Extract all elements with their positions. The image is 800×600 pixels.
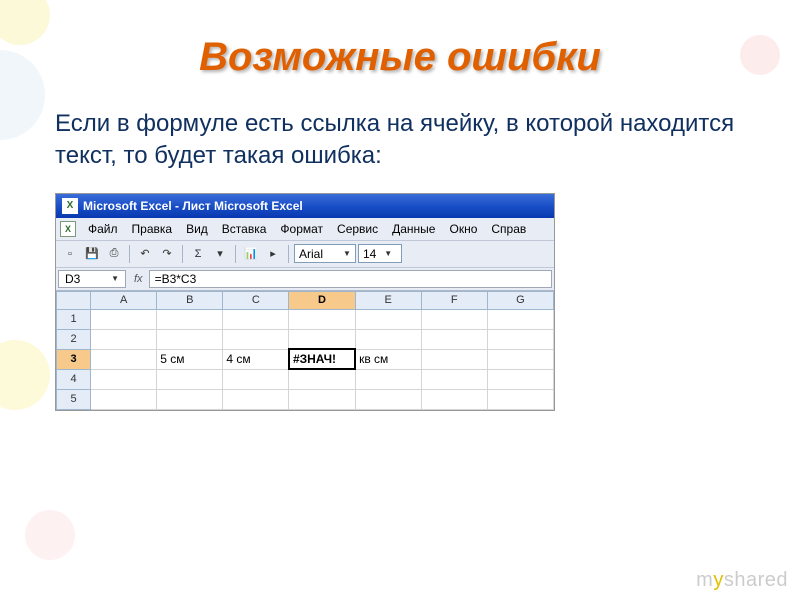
cell[interactable] (487, 309, 553, 329)
toolbar-separator (182, 245, 183, 263)
new-doc-icon[interactable]: ▫ (60, 244, 80, 264)
font-size-value: 14 (363, 247, 376, 261)
row-header-active[interactable]: 3 (57, 349, 91, 369)
toolbar-separator (288, 245, 289, 263)
cell-e3[interactable]: кв см (355, 349, 421, 369)
menu-help[interactable]: Справ (485, 220, 532, 238)
menu-view[interactable]: Вид (180, 220, 214, 238)
cell[interactable] (157, 369, 223, 389)
redo-icon[interactable]: ↷ (157, 244, 177, 264)
cell[interactable] (223, 389, 289, 409)
column-header[interactable]: A (91, 291, 157, 309)
cell[interactable] (421, 349, 487, 369)
column-header-active[interactable]: D (289, 291, 355, 309)
dropdown-icon[interactable]: ▾ (210, 244, 230, 264)
more-icon[interactable]: ▸ (263, 244, 283, 264)
menu-insert[interactable]: Вставка (216, 220, 273, 238)
excel-app-icon: X (62, 198, 78, 214)
cell[interactable] (487, 369, 553, 389)
menu-file[interactable]: Файл (82, 220, 124, 238)
menubar: X Файл Правка Вид Вставка Формат Сервис … (56, 218, 554, 241)
cell[interactable] (157, 389, 223, 409)
column-header[interactable]: F (421, 291, 487, 309)
font-name-value: Arial (299, 247, 323, 261)
name-box-value: D3 (65, 272, 80, 286)
cell[interactable] (289, 309, 355, 329)
decoration-circle (25, 510, 75, 560)
cell[interactable] (223, 329, 289, 349)
cell-d3-active[interactable]: #ЗНАЧ! (289, 349, 355, 369)
titlebar: X Microsoft Excel - Лист Microsoft Excel (56, 194, 554, 218)
column-header[interactable]: C (223, 291, 289, 309)
menu-format[interactable]: Формат (274, 220, 329, 238)
cell[interactable] (487, 349, 553, 369)
row-header[interactable]: 1 (57, 309, 91, 329)
spreadsheet-grid[interactable]: A B C D E F G 1 2 3 5 см 4 см #ЗНАЧ (56, 291, 554, 410)
cell[interactable] (91, 349, 157, 369)
row-header[interactable]: 5 (57, 389, 91, 409)
row-header[interactable]: 2 (57, 329, 91, 349)
name-box[interactable]: D3 ▼ (58, 270, 126, 288)
row-header[interactable]: 4 (57, 369, 91, 389)
decoration-circle (0, 340, 50, 410)
toolbar-separator (235, 245, 236, 263)
menu-edit[interactable]: Правка (126, 220, 179, 238)
column-header[interactable]: E (355, 291, 421, 309)
cell-c3[interactable]: 4 см (223, 349, 289, 369)
cell[interactable] (91, 389, 157, 409)
font-name-selector[interactable]: Arial ▼ (294, 244, 356, 263)
menu-data[interactable]: Данные (386, 220, 441, 238)
cell[interactable] (223, 369, 289, 389)
column-header[interactable]: B (157, 291, 223, 309)
chevron-down-icon: ▼ (111, 274, 119, 283)
cell[interactable] (289, 369, 355, 389)
formula-bar[interactable]: =B3*C3 (149, 270, 552, 288)
cell[interactable] (289, 389, 355, 409)
undo-icon[interactable]: ↶ (135, 244, 155, 264)
cell[interactable] (91, 309, 157, 329)
cell[interactable] (223, 309, 289, 329)
window-title: Microsoft Excel - Лист Microsoft Excel (83, 199, 303, 213)
toolbar: ▫ 💾 ⎙ ↶ ↷ Σ ▾ 📊 ▸ Arial ▼ 14 ▼ (56, 241, 554, 268)
formula-bar-row: D3 ▼ fx =B3*C3 (56, 268, 554, 291)
toolbar-separator (129, 245, 130, 263)
slide-title: Возможные ошибки (0, 0, 800, 80)
cell[interactable] (91, 369, 157, 389)
cell[interactable] (355, 389, 421, 409)
slide-description: Если в формуле есть ссылка на ячейку, в … (55, 108, 745, 173)
decoration-circle (740, 35, 780, 75)
cell[interactable] (487, 389, 553, 409)
excel-window: X Microsoft Excel - Лист Microsoft Excel… (55, 193, 555, 411)
cell-b3[interactable]: 5 см (157, 349, 223, 369)
cell[interactable] (421, 369, 487, 389)
cell[interactable] (355, 369, 421, 389)
menu-window[interactable]: Окно (443, 220, 483, 238)
cell[interactable] (487, 329, 553, 349)
cell[interactable] (157, 329, 223, 349)
save-icon[interactable]: 💾 (82, 244, 102, 264)
menu-tools[interactable]: Сервис (331, 220, 384, 238)
autosum-icon[interactable]: Σ (188, 244, 208, 264)
cell[interactable] (355, 329, 421, 349)
formula-value: =B3*C3 (155, 272, 197, 286)
select-all-corner[interactable] (57, 291, 91, 309)
column-header[interactable]: G (487, 291, 553, 309)
chart-icon[interactable]: 📊 (241, 244, 261, 264)
print-icon[interactable]: ⎙ (104, 244, 124, 264)
chevron-down-icon: ▼ (343, 249, 351, 258)
cell[interactable] (421, 389, 487, 409)
excel-doc-icon: X (60, 221, 76, 237)
cell[interactable] (289, 329, 355, 349)
font-size-selector[interactable]: 14 ▼ (358, 244, 402, 263)
cell[interactable] (421, 329, 487, 349)
cell[interactable] (421, 309, 487, 329)
chevron-down-icon: ▼ (384, 249, 392, 258)
watermark: myshared (696, 569, 788, 592)
cell[interactable] (355, 309, 421, 329)
cell[interactable] (91, 329, 157, 349)
cell[interactable] (157, 309, 223, 329)
fx-label[interactable]: fx (128, 273, 149, 285)
